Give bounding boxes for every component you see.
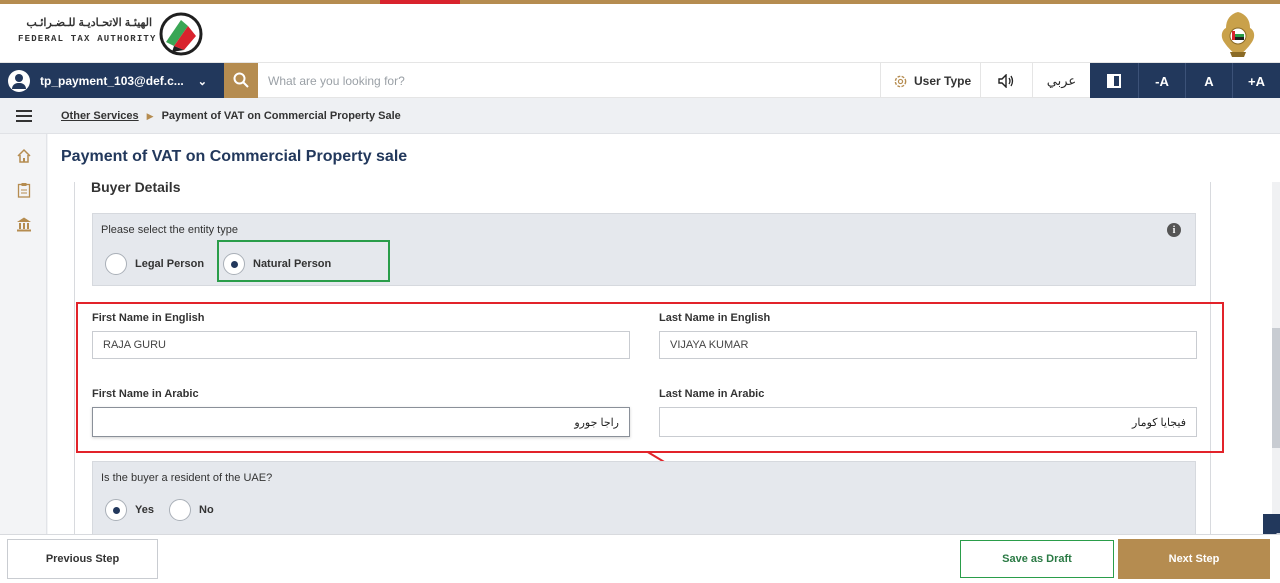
- footer-actions: Previous Step Save as Draft Next Step: [0, 534, 1280, 583]
- fta-logo[interactable]: الهيئـة الاتحـاديـة للـضـرائـب FEDERAL T…: [18, 10, 208, 56]
- radio-legal-person[interactable]: Legal Person: [105, 253, 204, 275]
- next-step-button[interactable]: Next Step: [1118, 539, 1270, 579]
- search-input[interactable]: [268, 71, 828, 91]
- main-content: Payment of VAT on Commercial Property sa…: [48, 134, 1280, 557]
- save-as-draft-button[interactable]: Save as Draft: [960, 540, 1114, 578]
- user-email: tp_payment_103@def.c...: [40, 74, 184, 88]
- speaker-icon: [997, 74, 1013, 88]
- font-reset-button[interactable]: A: [1185, 63, 1232, 99]
- radio-resident-no[interactable]: No: [169, 499, 214, 521]
- last-name-arabic-label: Last Name in Arabic: [659, 388, 765, 400]
- sidebar: [0, 134, 47, 534]
- last-name-english-input[interactable]: [659, 331, 1197, 359]
- text-to-speech-button[interactable]: [980, 63, 1032, 99]
- radio-resident-yes-circle[interactable]: [105, 499, 127, 521]
- first-name-arabic-label: First Name in Arabic: [92, 388, 199, 400]
- last-name-english-label: Last Name in English: [659, 312, 771, 324]
- first-name-arabic-input[interactable]: [92, 407, 630, 437]
- user-type-label: User Type: [914, 74, 972, 88]
- logo-english-text: FEDERAL TAX AUTHORITY: [18, 34, 157, 44]
- radio-legal-person-circle[interactable]: [105, 253, 127, 275]
- language-switch-arabic[interactable]: عربي: [1032, 63, 1090, 99]
- page-title: Payment of VAT on Commercial Property sa…: [61, 148, 408, 165]
- fta-logo-mark-icon: [159, 12, 203, 56]
- last-name-arabic-input[interactable]: [659, 407, 1197, 437]
- breadcrumb-other-services-link[interactable]: Other Services: [61, 110, 139, 122]
- entity-type-question: Please select the entity type: [101, 224, 238, 236]
- radio-resident-yes[interactable]: Yes: [105, 499, 154, 521]
- previous-step-button[interactable]: Previous Step: [7, 539, 158, 579]
- hamburger-menu-icon[interactable]: [16, 110, 32, 122]
- font-increase-button[interactable]: +A: [1232, 63, 1280, 99]
- chevron-down-icon: ⌄: [197, 75, 207, 88]
- uae-emblem-icon: [1221, 12, 1255, 57]
- home-icon[interactable]: [14, 146, 34, 166]
- search-button[interactable]: [224, 63, 258, 99]
- breadcrumb-current: Payment of VAT on Commercial Property Sa…: [161, 110, 401, 122]
- font-decrease-button[interactable]: -A: [1138, 63, 1185, 99]
- breadcrumb-bar: Other Services ▶ Payment of VAT on Comme…: [0, 98, 1280, 134]
- user-type-button[interactable]: User Type: [880, 63, 980, 99]
- site-header: الهيئـة الاتحـاديـة للـضـرائـب FEDERAL T…: [0, 4, 1280, 62]
- search-icon: [233, 72, 249, 88]
- info-icon[interactable]: i: [1167, 223, 1181, 237]
- clipboard-icon[interactable]: [14, 180, 34, 200]
- user-account-menu[interactable]: tp_payment_103@def.c... ⌄: [0, 63, 224, 99]
- resident-question: Is the buyer a resident of the UAE?: [101, 472, 273, 484]
- radio-legal-person-label: Legal Person: [135, 258, 205, 270]
- highlight-natural-person: [217, 240, 390, 282]
- top-navbar: tp_payment_103@def.c... ⌄ User Type عربي…: [0, 62, 1280, 99]
- first-name-english-label: First Name in English: [92, 312, 205, 324]
- scrollbar-thumb[interactable]: [1272, 328, 1280, 448]
- breadcrumb: Other Services ▶ Payment of VAT on Comme…: [61, 110, 401, 122]
- first-name-english-input[interactable]: [92, 331, 630, 359]
- section-border-left: [74, 182, 75, 534]
- radio-resident-no-label: No: [199, 504, 214, 516]
- radio-resident-no-circle[interactable]: [169, 499, 191, 521]
- gear-icon: [894, 75, 907, 87]
- user-avatar-icon: [8, 70, 30, 92]
- resident-panel: Is the buyer a resident of the UAE? Yes …: [92, 461, 1196, 534]
- radio-resident-yes-label: Yes: [135, 504, 154, 516]
- contrast-toggle-button[interactable]: [1090, 63, 1138, 99]
- breadcrumb-arrow-icon: ▶: [146, 110, 154, 121]
- bank-icon[interactable]: [14, 214, 34, 234]
- contrast-icon: [1107, 74, 1121, 88]
- logo-arabic-text: الهيئـة الاتحـاديـة للـضـرائـب: [26, 17, 152, 29]
- section-title-buyer-details: Buyer Details: [91, 179, 181, 195]
